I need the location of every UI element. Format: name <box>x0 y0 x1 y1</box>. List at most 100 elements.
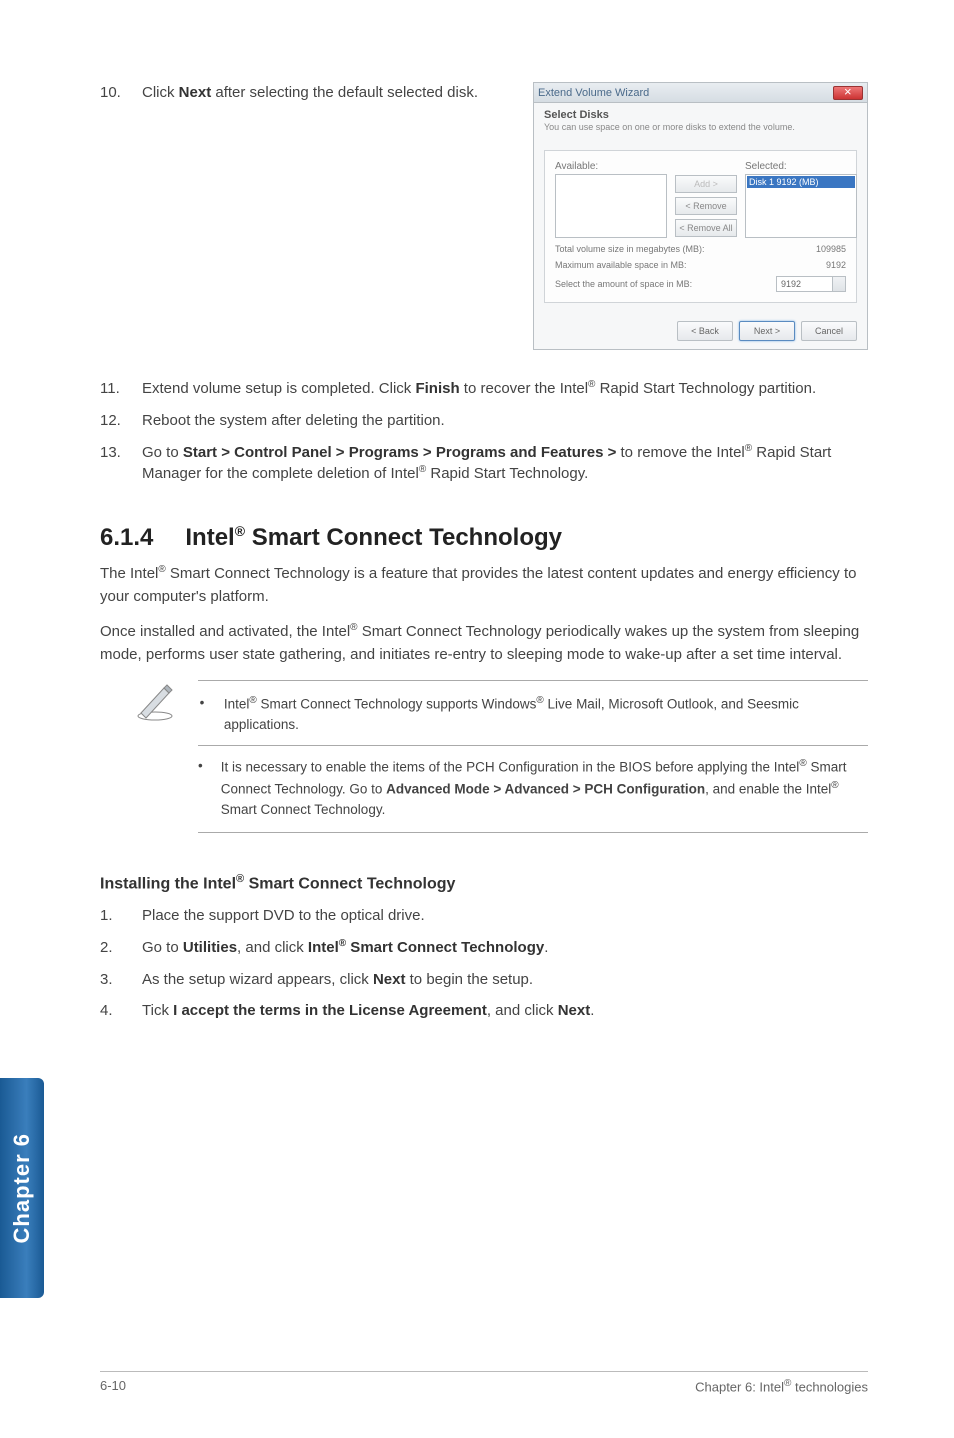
install-heading: Installing the Intel® Smart Connect Tech… <box>100 873 868 893</box>
selected-listbox[interactable]: Disk 1 9192 (MB) <box>745 174 857 238</box>
extend-volume-wizard-dialog: Extend Volume Wizard Select Disks You ca… <box>533 82 868 350</box>
t: Once installed and activated, the Intel <box>100 623 350 640</box>
reg-mark: ® <box>831 780 838 791</box>
t: Go to <box>142 939 183 956</box>
t: , and click <box>487 1002 558 1019</box>
t: Smart Connect Technology <box>245 524 562 551</box>
step-12: 12. Reboot the system after deleting the… <box>100 410 868 432</box>
bold: Start > Control Panel > Programs > Progr… <box>183 444 621 461</box>
step-text: Go to Start > Control Panel > Programs >… <box>142 442 868 486</box>
t: Rapid Start Technology partition. <box>595 380 816 397</box>
bullet-icon: • <box>198 756 203 820</box>
step-text: As the setup wizard appears, click Next … <box>142 969 868 991</box>
space-spinner[interactable]: 9192 <box>776 276 846 292</box>
bold: Next <box>558 1002 591 1019</box>
max-space-value: 9192 <box>766 260 846 270</box>
note-item: It is necessary to enable the items of t… <box>221 756 868 820</box>
remove-all-button[interactable]: < Remove All <box>675 219 737 237</box>
dialog-titlebar: Extend Volume Wizard <box>534 83 867 103</box>
step-text: Click Next after selecting the default s… <box>142 82 515 104</box>
sidetab-label: Chapter 6 <box>9 1133 35 1243</box>
close-icon[interactable] <box>833 86 863 100</box>
step-text: Extend volume setup is completed. Click … <box>142 378 868 400</box>
t: Installing the Intel <box>100 875 236 892</box>
reg-mark: ® <box>249 695 256 706</box>
t: The Intel <box>100 565 158 582</box>
step-text: Reboot the system after deleting the par… <box>142 410 868 432</box>
t: As the setup wizard appears, click <box>142 971 373 988</box>
t: after selecting the default selected dis… <box>211 84 478 101</box>
step-number: 13. <box>100 442 142 486</box>
dialog-heading: Select Disks <box>544 109 857 121</box>
bold: Next <box>179 84 212 101</box>
t: Click <box>142 84 179 101</box>
t: Smart Connect Technology is a feature th… <box>100 565 856 605</box>
selected-disk-item[interactable]: Disk 1 9192 (MB) <box>747 176 855 188</box>
page-footer: 6-10 Chapter 6: Intel® technologies <box>100 1371 868 1394</box>
step-number: 3. <box>100 969 142 991</box>
step-text: Go to Utilities, and click Intel® Smart … <box>142 937 868 959</box>
step-11: 11. Extend volume setup is completed. Cl… <box>100 378 868 400</box>
t: . <box>544 939 548 956</box>
add-button[interactable]: Add > <box>675 175 737 193</box>
bold: Next <box>373 971 406 988</box>
t: , and enable the Intel <box>705 781 831 796</box>
pen-icon <box>134 680 176 722</box>
t: Smart Connect Technology supports Window… <box>257 697 537 712</box>
step-text: Place the support DVD to the optical dri… <box>142 905 868 927</box>
step-number: 2. <box>100 937 142 959</box>
bold: Intel® Smart Connect Technology <box>308 939 544 956</box>
bullet-icon: • <box>198 693 206 735</box>
note-block: • Intel® Smart Connect Technology support… <box>134 680 868 833</box>
selected-label: Selected: <box>745 161 857 172</box>
dialog-subheading: You can use space on one or more disks t… <box>544 122 857 132</box>
section-body: The Intel® Smart Connect Technology is a… <box>100 562 868 666</box>
t: . <box>590 1002 594 1019</box>
page-number: 6-10 <box>100 1378 126 1394</box>
install-step-3: 3. As the setup wizard appears, click Ne… <box>100 969 868 991</box>
t: Chapter 6: Intel <box>695 1379 784 1394</box>
next-button[interactable]: Next > <box>739 321 795 341</box>
reg-mark: ® <box>158 564 165 575</box>
t: Rapid Start Technology. <box>426 465 588 482</box>
bold: I accept the terms in the License Agreem… <box>173 1002 487 1019</box>
section-title: Intel® Smart Connect Technology <box>185 523 562 552</box>
cancel-button[interactable]: Cancel <box>801 321 857 341</box>
section-heading: 6.1.4 Intel® Smart Connect Technology <box>100 523 868 552</box>
t: Intel <box>185 524 234 551</box>
dialog-title: Extend Volume Wizard <box>538 87 649 99</box>
available-listbox[interactable] <box>555 174 667 238</box>
chapter-sidetab: Chapter 6 <box>0 1078 44 1298</box>
t: Smart Connect Technology <box>244 875 455 892</box>
t: Tick <box>142 1002 173 1019</box>
total-size-value: 109985 <box>766 244 846 254</box>
remove-button[interactable]: < Remove <box>675 197 737 215</box>
t: Smart Connect Technology <box>346 939 544 956</box>
reg-mark: ® <box>350 622 357 633</box>
install-step-4: 4. Tick I accept the terms in the Licens… <box>100 1000 868 1022</box>
total-size-label: Total volume size in megabytes (MB): <box>555 244 705 254</box>
note-content: • Intel® Smart Connect Technology support… <box>198 680 868 833</box>
t: to remove the Intel <box>621 444 745 461</box>
reg-mark: ® <box>236 873 244 885</box>
bold: Utilities <box>183 939 237 956</box>
step-number: 1. <box>100 905 142 927</box>
note-item: Intel® Smart Connect Technology supports… <box>224 693 868 735</box>
step-13: 13. Go to Start > Control Panel > Progra… <box>100 442 868 486</box>
footer-right: Chapter 6: Intel® technologies <box>695 1378 868 1394</box>
max-space-label: Maximum available space in MB: <box>555 260 687 270</box>
t: to begin the setup. <box>405 971 533 988</box>
bold: Advanced Mode > Advanced > PCH Configura… <box>386 781 705 796</box>
bold: Finish <box>415 380 459 397</box>
reg-mark: ® <box>536 695 543 706</box>
t: Smart Connect Technology. <box>221 802 386 817</box>
step-number: 12. <box>100 410 142 432</box>
back-button[interactable]: < Back <box>677 321 733 341</box>
step-text: Tick I accept the terms in the License A… <box>142 1000 868 1022</box>
step-number: 10. <box>100 82 142 104</box>
install-step-1: 1. Place the support DVD to the optical … <box>100 905 868 927</box>
section-number: 6.1.4 <box>100 524 153 552</box>
step-number: 11. <box>100 378 142 400</box>
install-step-2: 2. Go to Utilities, and click Intel® Sma… <box>100 937 868 959</box>
t: Intel <box>308 939 339 956</box>
